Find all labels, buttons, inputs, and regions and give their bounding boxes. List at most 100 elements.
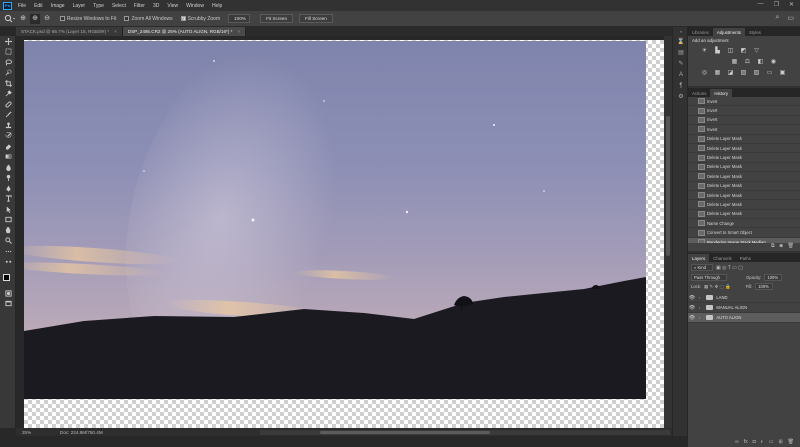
new-layer-icon[interactable]: ⊞ <box>778 439 782 447</box>
minimize-icon[interactable]: — <box>758 1 764 8</box>
close-icon[interactable]: ✕ <box>789 1 794 8</box>
properties-icon[interactable]: ▤ <box>673 47 689 58</box>
menu-type[interactable]: Type <box>93 3 104 9</box>
filter-icons[interactable]: ▣ ◎ T ▭ ▢ <box>716 265 743 271</box>
menu-window[interactable]: Window <box>186 3 204 9</box>
pen-icon[interactable] <box>0 183 16 194</box>
history-item[interactable]: Delete Layer Mask <box>688 172 800 182</box>
history-source-box[interactable] <box>688 200 696 209</box>
levels-icon[interactable]: ▙ <box>713 47 722 56</box>
history-brush-icon[interactable] <box>0 131 16 142</box>
paragraph-icon[interactable]: ¶ <box>673 80 689 91</box>
zoom-icon[interactable] <box>0 236 16 247</box>
resize-windows-checkbox[interactable]: Resize Windows to Fit <box>60 16 116 22</box>
brightness-contrast-icon[interactable]: ☀ <box>700 47 709 56</box>
add-mask-icon[interactable]: ◘ <box>753 439 756 447</box>
vibrance-icon[interactable]: ▽ <box>752 47 761 56</box>
history-item[interactable]: Delete Layer Mask <box>688 135 800 144</box>
delete-state-icon[interactable]: 🗑 <box>788 243 794 251</box>
history-source-box[interactable] <box>688 115 696 124</box>
eye-icon[interactable]: 👁 <box>688 305 696 311</box>
tab-dsp-cr2[interactable]: DSP_2495.CR2 @ 25% (AUTO ALIGN, RGB/16*)… <box>122 27 247 36</box>
restore-icon[interactable]: ❐ <box>774 1 779 8</box>
history-source-box[interactable] <box>688 144 696 153</box>
quick-select-icon[interactable] <box>0 68 16 79</box>
history-source-box[interactable] <box>688 153 696 162</box>
color-balance-icon[interactable]: ⚖ <box>743 58 752 67</box>
tab-libraries[interactable]: Libraries <box>688 28 713 36</box>
zoom-in-active-icon[interactable]: ⊕ <box>30 13 40 24</box>
expand-arrow-icon[interactable]: › <box>699 305 700 310</box>
zoom-in-icon[interactable]: ⊕ <box>18 14 28 24</box>
rectangle-icon[interactable] <box>0 215 16 226</box>
invert-icon[interactable]: ◪ <box>726 69 735 78</box>
history-source-box[interactable] <box>688 125 696 134</box>
history-item[interactable]: Convert to Smart Object <box>688 228 800 238</box>
layer-filter-select[interactable]: ⌕ Kind <box>691 264 713 271</box>
history-item[interactable]: Delete Layer Mask <box>688 191 800 201</box>
history-item[interactable]: Delete Layer Mask <box>688 162 800 173</box>
history-item[interactable]: Invert <box>688 115 800 126</box>
menu-help[interactable]: Help <box>212 3 222 9</box>
layer-row[interactable]: 👁 › LAND <box>688 293 800 303</box>
history-panel-icon[interactable]: ⌛ <box>673 36 689 47</box>
close-tab-icon[interactable]: × <box>237 29 240 34</box>
horizontal-scrollbar[interactable] <box>260 430 670 435</box>
photo-filter-icon[interactable]: ◉ <box>769 58 778 67</box>
tab-stack-psd[interactable]: STACK.psd @ 66.7% (Layer 15, RGB/8#) * × <box>16 27 123 36</box>
tab-channels[interactable]: Channels <box>709 254 736 262</box>
menu-file[interactable]: File <box>18 3 26 9</box>
character-icon[interactable]: A <box>673 69 689 80</box>
tab-actions[interactable]: Actions <box>688 89 710 97</box>
history-source-box[interactable] <box>688 162 696 171</box>
history-source-box[interactable] <box>688 106 696 115</box>
brush-icon[interactable] <box>0 110 16 121</box>
tab-layers[interactable]: Layers <box>688 254 710 262</box>
curves-icon[interactable]: ◫ <box>726 47 735 56</box>
menu-3d[interactable]: 3D <box>153 3 159 9</box>
hand-icon[interactable] <box>0 225 16 236</box>
zoom-out-icon[interactable]: ⊖ <box>42 14 52 24</box>
threshold-icon[interactable]: ▨ <box>752 69 761 78</box>
healing-brush-icon[interactable] <box>0 99 16 110</box>
opacity-input[interactable]: 100% <box>764 274 783 281</box>
type-icon[interactable] <box>0 194 16 205</box>
color-swatches[interactable] <box>0 272 16 288</box>
fill-screen-button[interactable]: Fill Screen <box>299 14 333 23</box>
gradient-icon[interactable] <box>0 152 16 163</box>
learn-icon[interactable]: ✎ <box>673 58 689 69</box>
eye-icon[interactable]: 👁 <box>688 315 696 321</box>
quick-mask-icon[interactable] <box>0 288 16 299</box>
fx-icon[interactable]: fx <box>744 439 748 447</box>
delete-layer-icon[interactable]: 🗑 <box>788 439 794 447</box>
menu-select[interactable]: Select <box>112 3 126 9</box>
fit-screen-button[interactable]: Fit Screen <box>260 14 294 23</box>
selective-color-icon[interactable]: ▣ <box>778 69 787 78</box>
menu-view[interactable]: View <box>167 3 178 9</box>
lasso-icon[interactable] <box>0 57 16 68</box>
blur-icon[interactable] <box>0 162 16 173</box>
eye-icon[interactable]: 👁 <box>688 295 696 301</box>
workspace-icon[interactable]: ▭ <box>787 14 794 22</box>
lock-icons[interactable]: ▦ ✎ ✥ ⬚ 🔒 <box>704 284 731 290</box>
screen-mode-icon[interactable] <box>0 299 16 310</box>
new-group-icon[interactable]: ▭ <box>769 439 774 447</box>
collapse-icon[interactable]: » <box>673 27 689 36</box>
black-white-icon[interactable]: ◧ <box>756 58 765 67</box>
dodge-icon[interactable] <box>0 173 16 184</box>
canvas-area[interactable] <box>16 36 672 428</box>
history-source-box[interactable] <box>688 181 696 190</box>
tab-paths[interactable]: Paths <box>736 254 755 262</box>
move-icon[interactable] <box>0 36 16 47</box>
history-item[interactable]: Name Change <box>688 219 800 229</box>
hue-saturation-icon[interactable]: ▦ <box>730 58 739 67</box>
eyedropper-icon[interactable] <box>0 89 16 100</box>
history-source-box[interactable] <box>688 209 696 218</box>
history-source-box[interactable] <box>688 228 696 237</box>
vertical-scrollbar[interactable] <box>664 36 672 428</box>
clone-stamp-icon[interactable] <box>0 120 16 131</box>
crop-icon[interactable] <box>0 78 16 89</box>
channel-mixer-icon[interactable]: ◎ <box>700 69 709 78</box>
expand-arrow-icon[interactable]: › <box>699 315 700 320</box>
history-source-box[interactable] <box>688 219 696 228</box>
